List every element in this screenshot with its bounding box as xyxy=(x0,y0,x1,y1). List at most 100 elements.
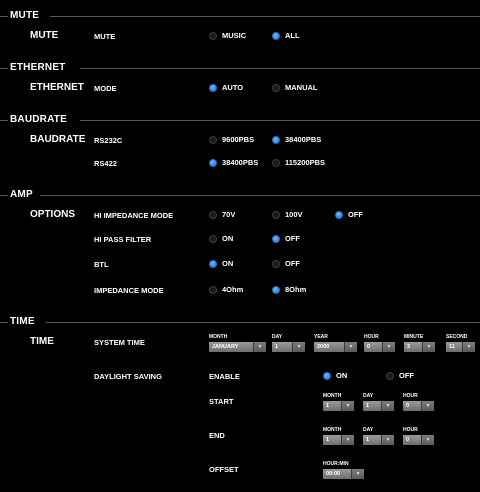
system-year-select[interactable]: 2000 ▼ xyxy=(314,342,357,352)
chevron-down-icon[interactable]: ▼ xyxy=(421,435,434,445)
hi-impedance-option-70v[interactable]: 70V xyxy=(209,210,235,219)
radio-icon[interactable] xyxy=(386,371,394,380)
system-day-label: DAY xyxy=(272,334,283,340)
radio-icon[interactable] xyxy=(272,158,280,167)
system-month-select[interactable]: JANUARY ▼ xyxy=(209,342,266,352)
radio-selected-icon[interactable] xyxy=(272,135,280,144)
rs422-label: RS422 xyxy=(94,159,117,168)
radio-icon[interactable] xyxy=(209,31,217,40)
radio-selected-icon[interactable] xyxy=(272,285,280,294)
daylight-option-off[interactable]: OFF xyxy=(386,371,414,380)
baudrate-section-title: BAUDRATE xyxy=(10,114,67,125)
system-hour-label: HOUR xyxy=(364,334,379,340)
hi-pass-option-on[interactable]: ON xyxy=(209,234,233,243)
mute-option-all[interactable]: ALL xyxy=(272,31,300,40)
chevron-down-icon[interactable]: ▼ xyxy=(462,342,475,352)
end-hour-select[interactable]: 0 ▼ xyxy=(403,435,434,445)
start-month-select[interactable]: 1 ▼ xyxy=(323,401,354,411)
radio-icon[interactable] xyxy=(209,135,217,144)
rs232c-option-9600[interactable]: 9600PBS xyxy=(209,135,254,144)
select-value: 1 xyxy=(363,435,381,445)
end-month-label: MONTH xyxy=(323,427,342,433)
time-section-title: TIME xyxy=(10,316,35,327)
radio-icon[interactable] xyxy=(209,285,217,294)
hi-pass-option-off[interactable]: OFF xyxy=(272,234,300,243)
btl-option-on[interactable]: ON xyxy=(209,259,233,268)
select-value: 2000 xyxy=(314,342,344,352)
ethernet-divider-left xyxy=(0,68,8,69)
chevron-down-icon[interactable]: ▼ xyxy=(351,469,364,479)
amp-divider xyxy=(40,195,480,196)
radio-selected-icon[interactable] xyxy=(209,83,217,92)
offset-select[interactable]: 00:00 ▼ xyxy=(323,469,364,479)
system-second-select[interactable]: 11 ▼ xyxy=(446,342,475,352)
chevron-down-icon[interactable]: ▼ xyxy=(381,435,394,445)
rs232c-option-38400[interactable]: 38400PBS xyxy=(272,135,321,144)
mute-category: MUTE xyxy=(30,30,59,41)
start-label: START xyxy=(209,397,234,406)
system-time-label: SYSTEM TIME xyxy=(94,338,145,347)
radio-icon[interactable] xyxy=(272,259,280,268)
impedance-mode-label: IMPEDANCE MODE xyxy=(94,286,164,295)
radio-icon[interactable] xyxy=(272,210,280,219)
system-hour-select[interactable]: 0 ▼ xyxy=(364,342,395,352)
amp-divider-left xyxy=(0,195,8,196)
radio-selected-icon[interactable] xyxy=(209,158,217,167)
mute-option-music[interactable]: MUSIC xyxy=(209,31,246,40)
system-year-label: YEAR xyxy=(314,334,328,340)
chevron-down-icon[interactable]: ▼ xyxy=(421,401,434,411)
impedance-option-8ohm[interactable]: 8Ohm xyxy=(272,285,306,294)
end-label: END xyxy=(209,431,225,440)
hi-impedance-label: HI IMPEDANCE MODE xyxy=(94,211,174,220)
daylight-saving-label: DAYLIGHT SAVING xyxy=(94,372,162,381)
system-minute-select[interactable]: 3 ▼ xyxy=(404,342,435,352)
chevron-down-icon[interactable]: ▼ xyxy=(422,342,435,352)
start-month-label: MONTH xyxy=(323,393,342,399)
select-value: 1 xyxy=(323,401,341,411)
impedance-option-4ohm[interactable]: 4Ohm xyxy=(209,285,243,294)
chevron-down-icon[interactable]: ▼ xyxy=(253,342,266,352)
radio-selected-icon[interactable] xyxy=(335,210,343,219)
select-value: 00:00 xyxy=(323,469,351,479)
radio-selected-icon[interactable] xyxy=(209,259,217,268)
end-month-select[interactable]: 1 ▼ xyxy=(323,435,354,445)
start-hour-select[interactable]: 0 ▼ xyxy=(403,401,434,411)
hi-impedance-option-100v[interactable]: 100V xyxy=(272,210,303,219)
chevron-down-icon[interactable]: ▼ xyxy=(292,342,305,352)
btl-option-off[interactable]: OFF xyxy=(272,259,300,268)
select-value: 1 xyxy=(323,435,341,445)
select-value: 0 xyxy=(364,342,382,352)
amp-section-title: AMP xyxy=(10,189,33,200)
chevron-down-icon[interactable]: ▼ xyxy=(341,401,354,411)
daylight-option-on[interactable]: ON xyxy=(323,371,347,380)
ethernet-option-auto[interactable]: AUTO xyxy=(209,83,243,92)
rs422-option-115200[interactable]: 115200PBS xyxy=(272,158,325,167)
radio-icon[interactable] xyxy=(209,234,217,243)
ethernet-category: ETHERNET xyxy=(30,82,84,93)
chevron-down-icon[interactable]: ▼ xyxy=(344,342,357,352)
ethernet-section-title: ETHERNET xyxy=(10,62,66,73)
rs422-option-38400[interactable]: 38400PBS xyxy=(209,158,258,167)
start-day-select[interactable]: 1 ▼ xyxy=(363,401,394,411)
radio-icon[interactable] xyxy=(272,83,280,92)
ethernet-option-manual[interactable]: MANUAL xyxy=(272,83,318,92)
chevron-down-icon[interactable]: ▼ xyxy=(341,435,354,445)
radio-selected-icon[interactable] xyxy=(323,371,331,380)
enable-label: ENABLE xyxy=(209,372,240,381)
end-day-select[interactable]: 1 ▼ xyxy=(363,435,394,445)
radio-icon[interactable] xyxy=(209,210,217,219)
time-divider xyxy=(46,322,480,323)
select-value: 11 xyxy=(446,342,462,352)
system-day-select[interactable]: 1 ▼ xyxy=(272,342,305,352)
end-day-label: DAY xyxy=(363,427,374,433)
select-value: 1 xyxy=(272,342,292,352)
chevron-down-icon[interactable]: ▼ xyxy=(382,342,395,352)
amp-category: OPTIONS xyxy=(30,209,76,220)
radio-selected-icon[interactable] xyxy=(272,31,280,40)
radio-selected-icon[interactable] xyxy=(272,234,280,243)
end-hour-label: HOUR xyxy=(403,427,418,433)
system-second-label: SECOND xyxy=(446,334,468,340)
baudrate-divider xyxy=(80,120,480,121)
hi-impedance-option-off[interactable]: OFF xyxy=(335,210,363,219)
chevron-down-icon[interactable]: ▼ xyxy=(381,401,394,411)
